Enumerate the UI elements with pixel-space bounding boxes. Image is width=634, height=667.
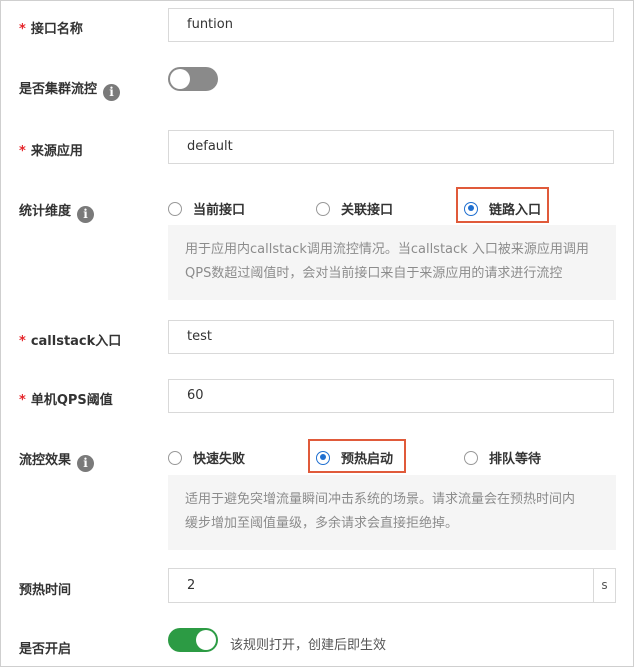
source-app-label: * 来源应用 <box>19 144 83 159</box>
behavior-help-box: 适用于避免突增流量瞬间冲击系统的场景。请求流量会在预热时间内 缓步增加至阈值量级… <box>168 475 616 550</box>
radio-circle-checked <box>316 450 330 465</box>
behavior-option-fail-fast[interactable]: 快速失败 <box>168 448 245 467</box>
behavior-label: 流控效果 i <box>19 449 95 472</box>
enable-label: 是否开启 <box>19 642 72 657</box>
source-app-input[interactable]: default <box>168 130 614 164</box>
warmup-time-input[interactable]: 2 <box>168 568 594 603</box>
warmup-time-label: 预热时间 <box>19 583 72 598</box>
callstack-entry-input[interactable]: test <box>168 320 614 354</box>
radio-circle <box>316 201 330 216</box>
cluster-toggle[interactable] <box>168 67 218 91</box>
toggle-knob <box>170 69 190 89</box>
radio-circle <box>168 450 182 465</box>
warmup-unit: s <box>593 568 616 603</box>
required-mark: * <box>19 334 26 349</box>
api-name-label: * 接口名称 <box>19 22 83 37</box>
required-mark: * <box>19 393 26 408</box>
strategy-help-box: 用于应用内callstack调用流控情况。当callstack 入口被来源应用调… <box>168 225 616 300</box>
info-icon[interactable]: i <box>103 84 121 101</box>
enable-toggle[interactable] <box>168 628 218 652</box>
toggle-knob <box>196 630 216 650</box>
required-mark: * <box>19 144 26 159</box>
radio-circle-checked <box>464 201 478 216</box>
strategy-option-current[interactable]: 当前接口 <box>168 199 245 218</box>
radio-circle <box>168 201 182 216</box>
info-icon[interactable]: i <box>77 455 95 472</box>
strategy-option-relate[interactable]: 关联接口 <box>316 199 393 218</box>
qps-threshold-label: * 单机QPS阈值 <box>19 393 113 408</box>
callstack-entry-label: * callstack入口 <box>19 334 122 349</box>
qps-threshold-input[interactable]: 60 <box>168 379 614 413</box>
required-mark: * <box>19 22 26 37</box>
info-icon[interactable]: i <box>77 206 95 223</box>
cluster-label: 是否集群流控 i <box>19 78 121 101</box>
radio-circle <box>464 450 478 465</box>
strategy-label: 统计维度 i <box>19 200 95 223</box>
behavior-option-queue[interactable]: 排队等待 <box>464 448 541 467</box>
api-name-input[interactable]: funtion <box>168 8 614 42</box>
behavior-option-warmup[interactable]: 预热启动 <box>316 448 393 467</box>
enable-hint: 该规则打开，创建后即生效 <box>230 638 387 653</box>
strategy-option-chain[interactable]: 链路入口 <box>464 199 541 218</box>
